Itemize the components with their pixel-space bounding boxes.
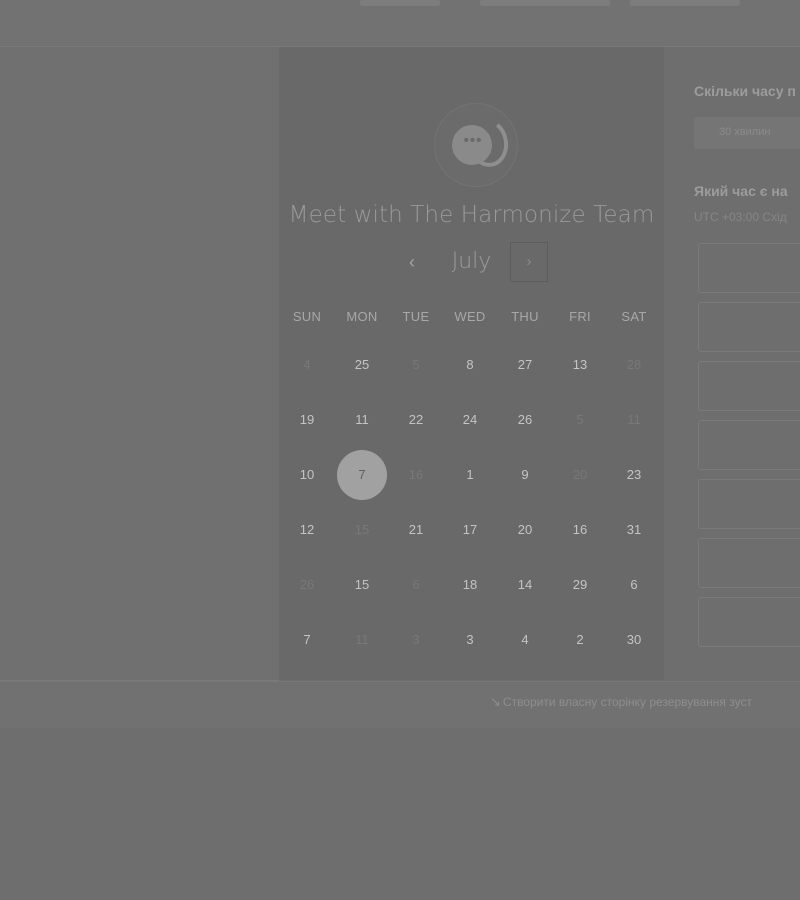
calendar-day: 28 <box>626 357 642 372</box>
calendar-day[interactable]: 30 <box>614 620 654 660</box>
time-question: Який час є на <box>694 183 788 199</box>
calendar-day: 3 <box>412 632 420 647</box>
duration-option-label: 30 хвилин <box>719 126 771 138</box>
page-header <box>0 0 800 47</box>
calendar-day[interactable]: 9 <box>505 455 545 495</box>
calendar-day: 15 <box>354 522 370 537</box>
duration-question: Скільки часу п <box>694 83 796 99</box>
calendar-day: 5 <box>576 412 584 427</box>
calendar-day: 26 <box>299 577 315 592</box>
calendar-day[interactable]: 19 <box>287 400 327 440</box>
calendar-day[interactable]: 23 <box>614 455 654 495</box>
calendar-day: 11 <box>355 632 369 647</box>
weekday-label: THU <box>511 309 539 324</box>
weekday-label: MON <box>346 309 378 324</box>
time-slot-button[interactable] <box>698 243 800 293</box>
calendar-day[interactable]: 11 <box>342 400 382 440</box>
create-booking-page-link[interactable]: ↘ Створити власну сторінку резервування з… <box>490 694 752 710</box>
time-slot-button[interactable] <box>698 538 800 588</box>
header-nav-item[interactable] <box>480 0 610 6</box>
time-slot-button[interactable] <box>698 479 800 529</box>
hubspot-sprocket-icon: ↘ <box>490 694 501 709</box>
calendar-day[interactable]: 18 <box>450 565 490 605</box>
calendar-day[interactable]: 10 <box>287 455 327 495</box>
month-navigation: ‹ July › <box>279 240 664 284</box>
previous-month-button[interactable]: ‹ <box>400 250 424 274</box>
calendar-day[interactable]: 17 <box>450 510 490 550</box>
calendar-day[interactable]: 2 <box>560 620 600 660</box>
time-slot-button[interactable] <box>698 420 800 470</box>
calendar-day[interactable]: 8 <box>450 345 490 385</box>
calendar-day-selected[interactable]: 7 <box>337 450 387 500</box>
timezone-label[interactable]: UTC +03:00 Схід <box>694 210 787 224</box>
weekday-label: SAT <box>621 309 647 324</box>
weekday-label: FRI <box>569 309 591 324</box>
calendar-day[interactable]: 25 <box>342 345 382 385</box>
calendar-day[interactable]: 20 <box>505 510 545 550</box>
calendar-day[interactable]: 29 <box>560 565 600 605</box>
calendar-day: 16 <box>408 467 424 482</box>
weekday-label: WED <box>454 309 486 324</box>
header-nav-item[interactable] <box>630 0 740 6</box>
calendar-day[interactable]: 6 <box>614 565 654 605</box>
time-slot-button[interactable] <box>698 597 800 647</box>
duration-option-button[interactable]: 30 хвилин <box>694 117 800 149</box>
time-slot-button[interactable] <box>698 302 800 352</box>
calendar-day[interactable]: 31 <box>614 510 654 550</box>
calendar-day[interactable]: 3 <box>450 620 490 660</box>
calendar-day[interactable]: 22 <box>396 400 436 440</box>
calendar-day: 6 <box>412 577 420 592</box>
header-nav-item[interactable] <box>360 0 440 6</box>
calendar-day: 20 <box>572 467 588 482</box>
team-logo: ••• <box>434 103 522 191</box>
calendar-day[interactable]: 24 <box>450 400 490 440</box>
ellipsis-icon: ••• <box>463 132 483 149</box>
meeting-title: Meet with The Harmonize Team <box>288 202 655 228</box>
next-month-button[interactable]: › <box>510 242 548 282</box>
calendar-day[interactable]: 1 <box>450 455 490 495</box>
weekday-label: SUN <box>292 309 322 324</box>
weekday-header-row: SUN MON TUE WED THU FRI SAT <box>279 309 664 329</box>
calendar-day[interactable]: 7 <box>287 620 327 660</box>
calendar-day[interactable]: 21 <box>396 510 436 550</box>
calendar-card: ••• Meet with The Harmonize Team ‹ July … <box>279 47 664 680</box>
time-slot-button[interactable] <box>698 361 800 411</box>
calendar-day[interactable]: 13 <box>560 345 600 385</box>
month-label: July <box>451 249 492 274</box>
weekday-label: TUE <box>402 309 430 324</box>
calendar-day[interactable]: 12 <box>287 510 327 550</box>
calendar-day[interactable]: 15 <box>342 565 382 605</box>
calendar-day: 5 <box>412 357 420 372</box>
calendar-day[interactable]: 27 <box>505 345 545 385</box>
calendar-day[interactable]: 14 <box>505 565 545 605</box>
footer-link-text: Створити власну сторінку резервування зу… <box>502 695 752 709</box>
calendar-day[interactable]: 26 <box>505 400 545 440</box>
booking-options-panel: Скільки часу п 30 хвилин Який час є на U… <box>664 47 800 680</box>
page-background-left <box>0 47 279 681</box>
calendar-day: 4 <box>303 357 311 372</box>
calendar-day[interactable]: 4 <box>505 620 545 660</box>
calendar-day: 11 <box>627 412 641 427</box>
calendar-day[interactable]: 16 <box>560 510 600 550</box>
